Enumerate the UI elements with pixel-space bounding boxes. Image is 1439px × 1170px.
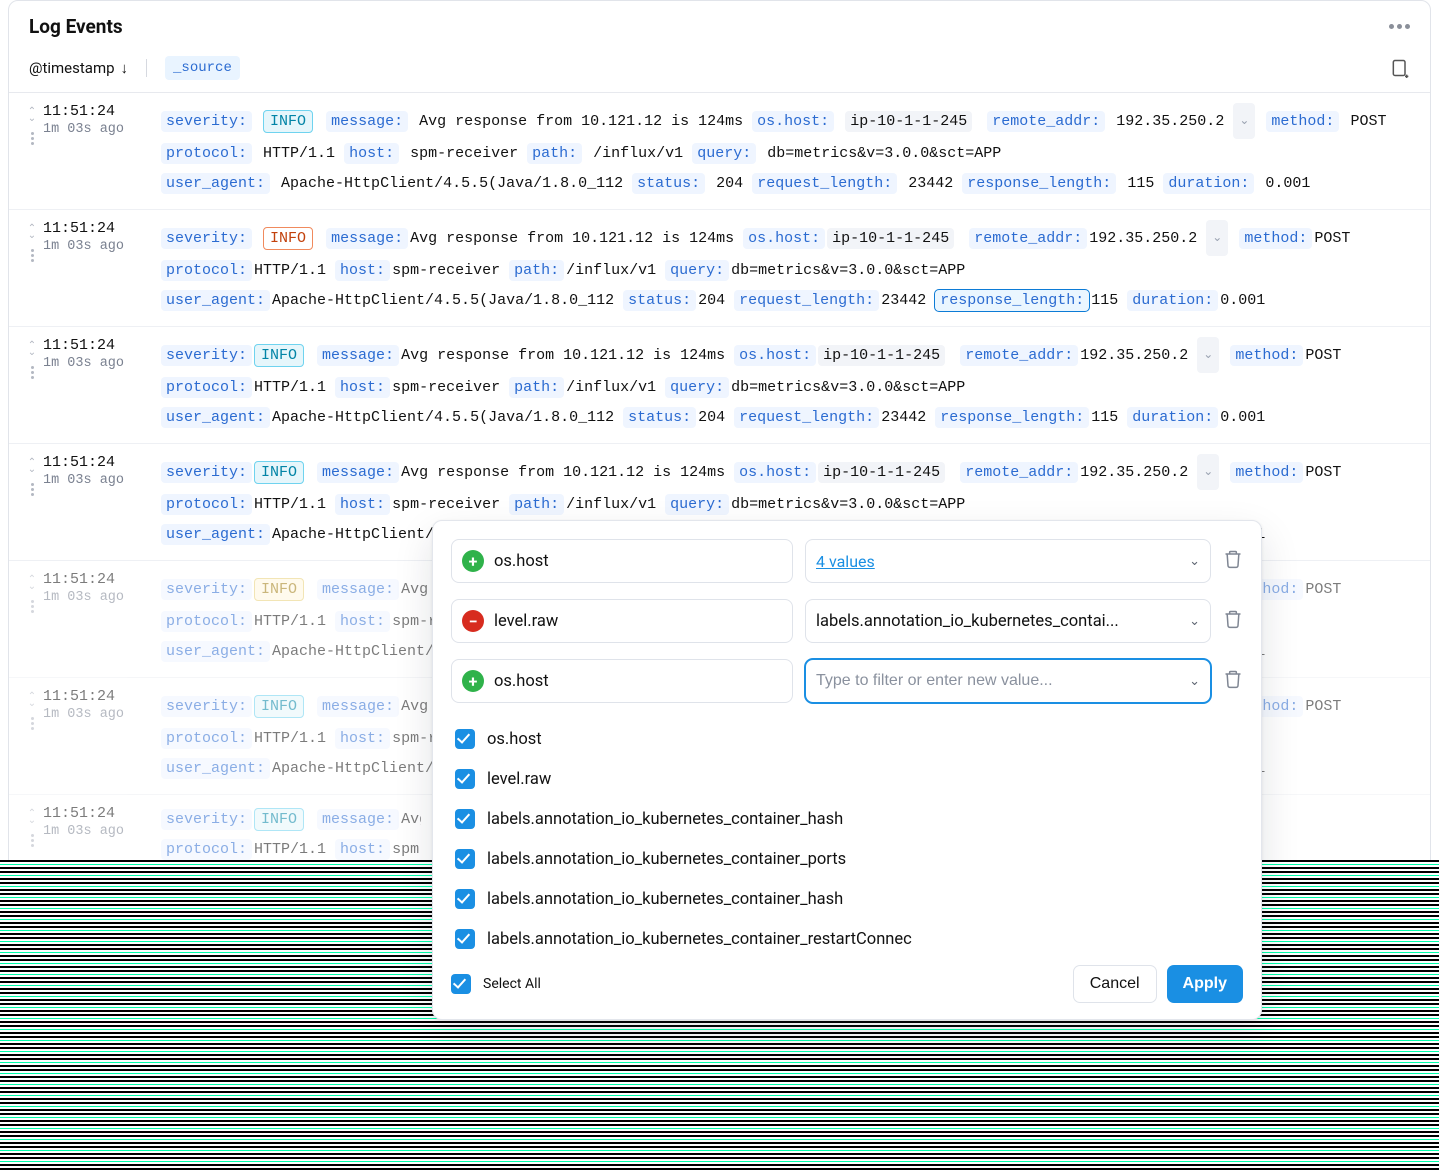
card-header: Log Events	[9, 1, 1430, 50]
option-list: os.host level.raw labels.annotation_io_k…	[451, 719, 1243, 959]
panel-footer: Select All Cancel Apply	[451, 965, 1243, 1003]
row-menu-icon[interactable]	[31, 364, 34, 381]
row-menu-icon[interactable]	[31, 130, 34, 147]
page-root: { "header": { "title": "Log Events", "ti…	[0, 0, 1439, 1077]
selected-field-chip[interactable]: response_length:	[935, 290, 1089, 311]
checkbox-icon[interactable]	[455, 769, 475, 789]
option-item[interactable]: labels.annotation_io_kubernetes_containe…	[451, 919, 1243, 959]
checkbox-icon[interactable]	[455, 889, 475, 909]
delete-row-button[interactable]	[1223, 669, 1243, 693]
cancel-button[interactable]: Cancel	[1073, 965, 1157, 1003]
timestamp-column-header[interactable]: @timestamp ↓	[29, 59, 128, 77]
filter-row-exclude: − level.raw labels.annotation_io_kuberne…	[451, 599, 1243, 643]
chevron-down-icon: ⌄	[1189, 554, 1200, 569]
divider	[146, 59, 147, 77]
checkbox-icon[interactable]	[455, 849, 475, 869]
chevron-down-icon[interactable]: ⌄	[1233, 103, 1255, 139]
exclude-icon: −	[462, 610, 484, 632]
include-icon: +	[462, 670, 484, 692]
reorder-icon[interactable]: ⌃⌄	[28, 108, 36, 122]
reorder-icon[interactable]: ⌃⌄	[28, 576, 36, 590]
filter-row-include: + os.host 4 values ⌄	[451, 539, 1243, 583]
row-menu-icon[interactable]	[31, 598, 34, 615]
reorder-icon[interactable]: ⌃⌄	[28, 342, 36, 356]
toolbar: @timestamp ↓ _source	[9, 50, 1430, 93]
filter-panel: + os.host 4 values ⌄ − level.raw labels.…	[432, 520, 1262, 1020]
option-item[interactable]: level.raw	[451, 759, 1243, 799]
chevron-down-icon[interactable]: ⌄	[1197, 454, 1219, 490]
chevron-down-icon: ⌄	[1189, 614, 1200, 629]
delete-row-button[interactable]	[1223, 549, 1243, 573]
reorder-icon[interactable]: ⌃⌄	[28, 693, 36, 707]
log-row[interactable]: ⌃⌄ 11:51:24 1m 03s ago severity: INFO me…	[9, 93, 1430, 210]
severity-badge[interactable]: INFO	[263, 110, 313, 133]
checkbox-icon[interactable]	[455, 929, 475, 949]
reorder-icon[interactable]: ⌃⌄	[28, 459, 36, 473]
chevron-down-icon: ⌄	[1189, 674, 1200, 689]
include-icon: +	[462, 550, 484, 572]
select-all-checkbox[interactable]	[451, 974, 471, 994]
checkbox-icon[interactable]	[455, 729, 475, 749]
option-item[interactable]: labels.annotation_io_kubernetes_containe…	[451, 799, 1243, 839]
option-item[interactable]: labels.annotation_io_kubernetes_containe…	[451, 879, 1243, 919]
chevron-down-icon[interactable]: ⌄	[1197, 337, 1219, 373]
reorder-icon[interactable]: ⌃⌄	[28, 810, 36, 824]
sort-desc-icon: ↓	[121, 59, 129, 77]
source-column-chip[interactable]: _source	[165, 56, 240, 80]
chevron-down-icon[interactable]: ⌄	[1206, 220, 1228, 256]
row-menu-icon[interactable]	[31, 481, 34, 498]
log-row[interactable]: ⌃⌄ 11:51:241m 03s ago severity: INFO mes…	[9, 210, 1430, 327]
page-title: Log Events	[29, 15, 123, 38]
log-row[interactable]: ⌃⌄ 11:51:241m 03s ago severity:INFO mess…	[9, 327, 1430, 444]
filter-row-include-new: + os.host ⌄	[451, 659, 1243, 703]
severity-badge[interactable]: INFO	[263, 227, 313, 250]
more-menu-icon[interactable]	[1389, 24, 1410, 29]
delete-row-button[interactable]	[1223, 609, 1243, 633]
option-item[interactable]: os.host	[451, 719, 1243, 759]
row-menu-icon[interactable]	[31, 715, 34, 732]
value-select[interactable]: labels.annotation_io_kubernetes_contai..…	[805, 599, 1211, 643]
row-menu-icon[interactable]	[31, 247, 34, 264]
reorder-icon[interactable]: ⌃⌄	[28, 225, 36, 239]
checkbox-icon[interactable]	[455, 809, 475, 829]
add-column-button[interactable]	[1390, 58, 1410, 78]
option-item[interactable]: labels.annotation_io_kubernetes_containe…	[451, 839, 1243, 879]
value-select[interactable]: 4 values ⌄	[805, 539, 1211, 583]
filter-value-input[interactable]	[816, 672, 1179, 690]
apply-button[interactable]: Apply	[1167, 965, 1243, 1003]
row-menu-icon[interactable]	[31, 832, 34, 849]
value-input[interactable]: ⌄	[805, 659, 1211, 703]
